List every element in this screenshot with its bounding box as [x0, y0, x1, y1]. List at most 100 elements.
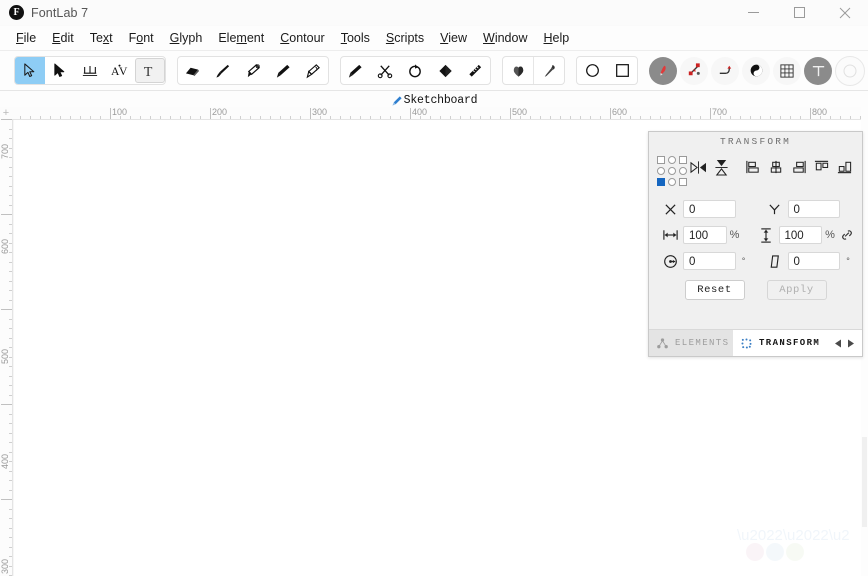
close-button[interactable] [822, 0, 868, 25]
anchor-middle-left[interactable] [657, 167, 665, 175]
menu-item-tools[interactable]: Tools [333, 29, 378, 47]
scissors-tool-button[interactable] [370, 57, 400, 84]
paint-round-button[interactable] [649, 56, 677, 85]
panel-prev-button[interactable] [831, 330, 844, 356]
more-round-button[interactable] [835, 55, 865, 86]
rectangle-tool-button[interactable] [607, 57, 637, 84]
edit-arrow-tool-button[interactable] [45, 57, 75, 84]
menu-item-edit[interactable]: Edit [44, 29, 82, 47]
ruler-tick-minor [9, 518, 12, 519]
brush-tool-button[interactable] [208, 57, 238, 84]
anchor-top-center[interactable] [668, 156, 676, 164]
menu-item-window[interactable]: Window [475, 29, 535, 47]
pen-tool-button[interactable] [238, 57, 268, 84]
ruler-tick-minor [140, 116, 141, 119]
pencil-tool-button[interactable] [298, 57, 328, 84]
reset-button[interactable]: Reset [684, 280, 745, 300]
transform-button-row: Reset Apply [649, 280, 862, 300]
ruler-tick-minor [450, 116, 451, 119]
guides-round-button[interactable] [804, 56, 832, 85]
knife-tool-button[interactable] [341, 57, 371, 84]
flip-horizontal-button[interactable] [687, 155, 710, 179]
ruler-tick-minor [9, 395, 12, 396]
slant-field[interactable]: 0 [787, 252, 840, 270]
metrics-tool-button[interactable] [75, 57, 105, 84]
flip-vertical-button[interactable] [710, 155, 733, 179]
contrast-round-button[interactable] [742, 56, 770, 85]
align-center-button[interactable] [764, 155, 787, 179]
eraser-tool-button[interactable] [178, 57, 208, 84]
link-scale-icon[interactable] [838, 226, 856, 244]
transform-icon [741, 337, 752, 349]
height-scale-field[interactable]: 100 [778, 226, 822, 244]
menu-item-text[interactable]: Text [82, 29, 121, 47]
tab-sketchboard[interactable]: Sketchboard [391, 94, 478, 107]
menu-label: Edit [52, 31, 74, 45]
grid-round-button[interactable] [773, 56, 801, 85]
menu-item-file[interactable]: File [8, 29, 44, 47]
align-top-button[interactable] [810, 155, 833, 179]
horizontal-ruler[interactable]: 100 200 300 400 500 600 700 800 [12, 107, 868, 120]
menu-item-font[interactable]: Font [121, 29, 162, 47]
select-arrow-tool-button[interactable] [15, 57, 45, 84]
y-field[interactable]: 0 [787, 200, 840, 218]
width-scale-field[interactable]: 100 [683, 226, 727, 244]
ruler-tick-minor [770, 116, 771, 119]
anchor-middle-center[interactable] [668, 167, 676, 175]
anchor-bottom-center[interactable] [668, 178, 676, 186]
kerning-tool-button[interactable]: A V [105, 57, 135, 84]
height-arrows-icon [753, 224, 779, 246]
rotation-field[interactable]: 0 [683, 252, 736, 270]
vertical-scrollbar-thumb[interactable] [862, 437, 867, 527]
ruler-tick-minor [9, 290, 12, 291]
menu-label: Contour [280, 31, 325, 45]
ruler-tick-minor [700, 116, 701, 119]
svg-text:\u2022\u2022\u2022: \u2022\u2022\u2022 [737, 527, 850, 544]
menu-item-contour[interactable]: Contour [272, 29, 332, 47]
eyedropper-tool-button[interactable] [533, 57, 564, 84]
transform-anchor-grid[interactable] [657, 156, 687, 186]
ruler-tick-minor [70, 116, 71, 119]
paint-bucket-tool-button[interactable] [430, 57, 460, 84]
x-field[interactable]: 0 [683, 200, 736, 218]
vertical-ruler[interactable]: 700 600 500 400 300 [0, 119, 13, 576]
ruler-corner[interactable]: + [0, 107, 12, 119]
minimize-button[interactable] [730, 0, 776, 25]
toolbar-round-buttons [649, 55, 868, 86]
anchor-middle-right[interactable] [679, 167, 687, 175]
maximize-button[interactable] [776, 0, 822, 25]
ruler-label-v: 700 [0, 144, 10, 160]
menu-item-glyph[interactable]: Glyph [162, 29, 211, 47]
anchor-top-left[interactable] [657, 156, 665, 164]
anchor-bottom-right[interactable] [679, 178, 687, 186]
menu-item-help[interactable]: Help [536, 29, 578, 47]
rapid-tool-button[interactable] [268, 57, 298, 84]
menu-item-view[interactable]: View [432, 29, 475, 47]
menu-item-element[interactable]: Element [210, 29, 272, 47]
align-bottom-button[interactable] [833, 155, 856, 179]
anchor-bottom-left[interactable] [657, 178, 665, 186]
ruler-tick-minor [9, 138, 12, 139]
fill-color-tool-button[interactable] [503, 57, 533, 84]
text-tool-button[interactable]: T [134, 57, 165, 84]
menu-label: Window [483, 31, 528, 45]
measure-tool-button[interactable] [460, 57, 490, 84]
ruler-tick-minor [460, 116, 461, 119]
anchor-top-right[interactable] [679, 156, 687, 164]
ruler-tick-minor [490, 116, 491, 119]
menu-item-scripts[interactable]: Scripts [378, 29, 432, 47]
tangents-round-button[interactable] [711, 56, 739, 85]
scale-tool-button[interactable] [400, 57, 430, 84]
ruler-label-v: 500 [0, 349, 10, 365]
panel-next-button[interactable] [844, 330, 857, 356]
apply-button[interactable]: Apply [766, 280, 827, 300]
toolbar-group-edit [339, 56, 492, 85]
panel-tab-transform[interactable]: TRANSFORM [733, 330, 831, 356]
panel-tab-elements[interactable]: ELEMENTS [649, 330, 733, 356]
align-left-button[interactable] [741, 155, 764, 179]
ruler-tick-minor [250, 116, 251, 119]
align-right-button[interactable] [787, 155, 810, 179]
nodes-round-button[interactable] [680, 56, 708, 85]
ruler-tick-minor [290, 116, 291, 119]
ellipse-tool-button[interactable] [577, 57, 607, 84]
